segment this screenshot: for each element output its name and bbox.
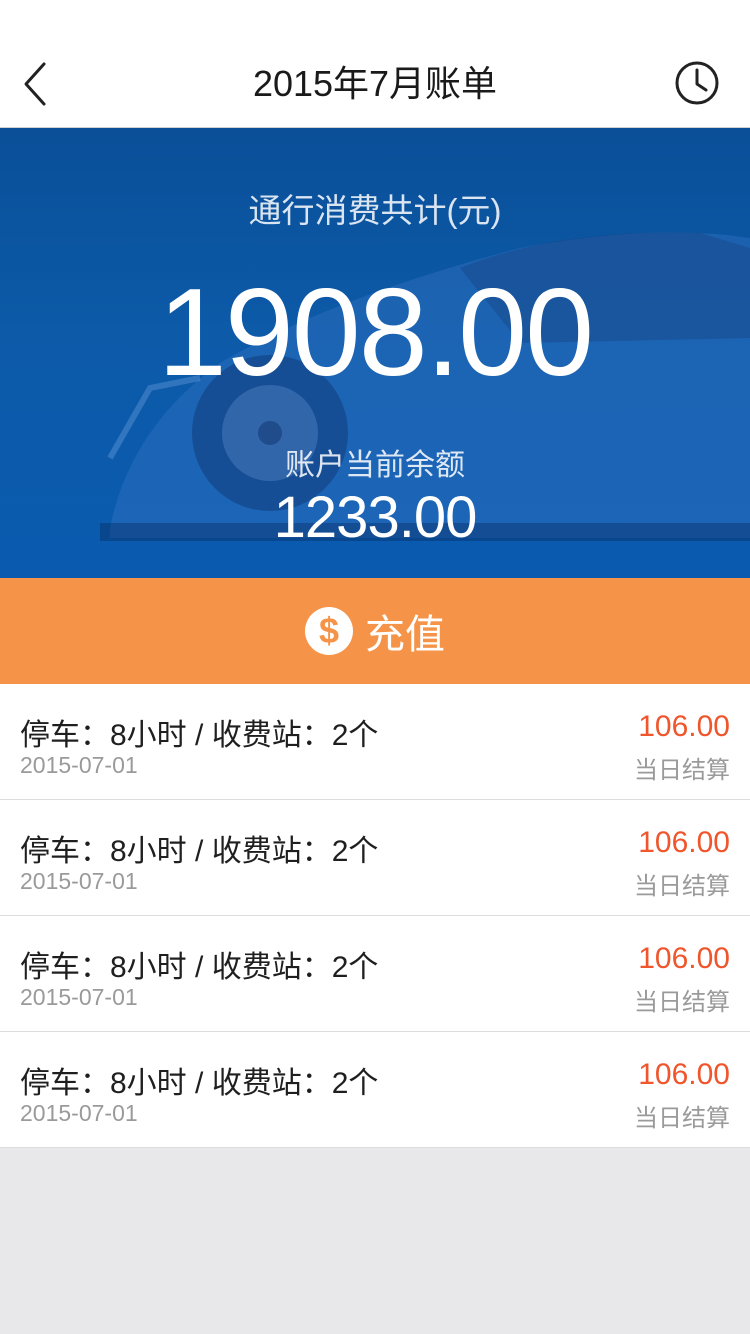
recharge-button[interactable]: $ 充值 [0, 578, 750, 684]
balance-label: 账户当前余额 [285, 449, 465, 482]
record-date: 2015-07-01 [20, 984, 138, 1010]
list-item[interactable]: 停车：8小时 / 收费站：2个 2015-07-01 106.00 当日结算 [0, 1032, 750, 1148]
record-date: 2015-07-01 [20, 1100, 138, 1126]
record-amount: 106.00 [638, 826, 730, 859]
record-title: 停车：8小时 / 收费站：2个 [20, 719, 379, 752]
chevron-left-icon [24, 62, 46, 106]
nav-bar: 2015年7月账单 [0, 0, 750, 128]
page-title: 2015年7月账单 [252, 63, 498, 104]
record-amount: 106.00 [638, 942, 730, 975]
record-list: 停车：8小时 / 收费站：2个 2015-07-01 106.00 当日结算 停… [0, 684, 750, 1148]
record-note: 当日结算 [634, 757, 730, 784]
recharge-label: 充值 [365, 613, 445, 657]
record-title: 停车：8小时 / 收费站：2个 [20, 951, 379, 984]
record-amount: 106.00 [638, 1058, 730, 1091]
record-note: 当日结算 [634, 1105, 730, 1132]
back-button[interactable] [10, 56, 60, 112]
record-note: 当日结算 [634, 989, 730, 1016]
record-amount: 106.00 [638, 710, 730, 743]
list-item[interactable]: 停车：8小时 / 收费站：2个 2015-07-01 106.00 当日结算 [0, 916, 750, 1032]
history-button[interactable] [672, 58, 722, 108]
summary-banner: 通行消费共计(元) 1908.00 账户当前余额 1233.00 [0, 128, 750, 578]
clock-icon [675, 61, 719, 105]
total-amount: 1908.00 [157, 264, 594, 402]
total-label: 通行消费共计(元) [248, 192, 502, 229]
balance-amount: 1233.00 [273, 485, 478, 550]
list-item[interactable]: 停车：8小时 / 收费站：2个 2015-07-01 106.00 当日结算 [0, 684, 750, 800]
list-item[interactable]: 停车：8小时 / 收费站：2个 2015-07-01 106.00 当日结算 [0, 800, 750, 916]
record-title: 停车：8小时 / 收费站：2个 [20, 1067, 379, 1100]
record-date: 2015-07-01 [20, 752, 138, 778]
record-title: 停车：8小时 / 收费站：2个 [20, 835, 379, 868]
dollar-icon: $ [305, 607, 353, 655]
record-date: 2015-07-01 [20, 868, 138, 894]
record-note: 当日结算 [634, 873, 730, 900]
